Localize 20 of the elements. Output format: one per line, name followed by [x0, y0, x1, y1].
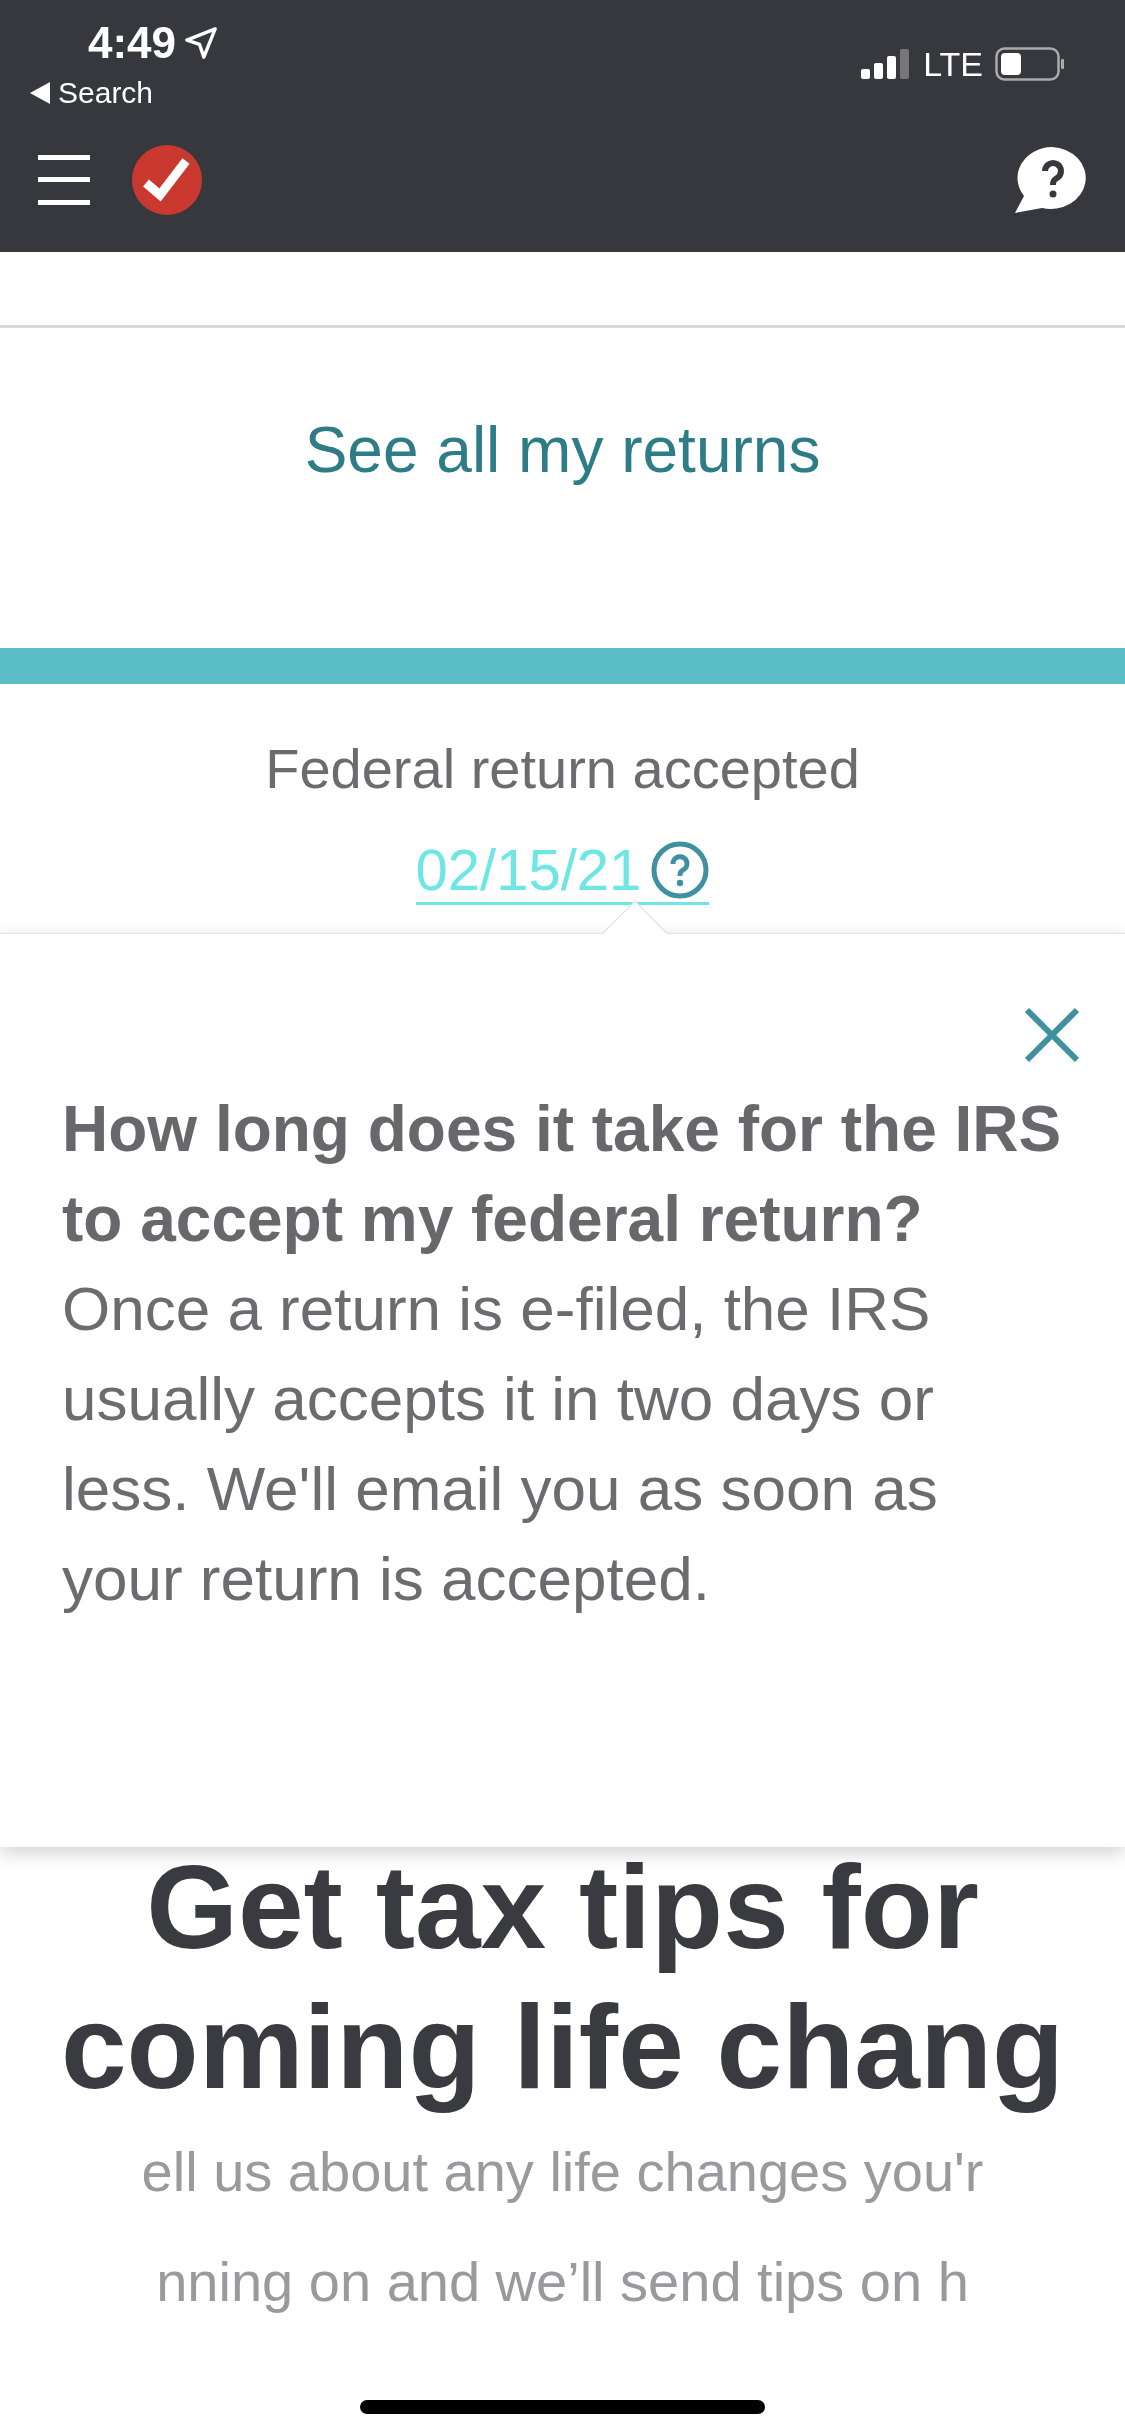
network-label: LTE — [923, 46, 983, 82]
help-circle-icon[interactable] — [651, 841, 710, 899]
signal-icon — [861, 49, 912, 79]
tooltip-body: Once a return is e-filed, the IRS usually accepts it in two days or less. We'll email you as soon as your return is accepted. — [62, 1273, 939, 1615]
menu-icon[interactable] — [38, 155, 90, 205]
back-triangle-icon[interactable] — [30, 82, 50, 104]
promo-heading: Get tax tips for — [146, 1840, 979, 1975]
see-all-returns-link[interactable]: See all my returns — [304, 412, 821, 488]
location-arrow-icon — [184, 26, 219, 60]
promo-heading: coming life chang — [60, 1980, 1065, 2115]
checkmark-logo-icon[interactable] — [132, 145, 202, 215]
tooltip-title: How long does it take for the IRS to accept my federal return? — [62, 1092, 1063, 1257]
promo-text: nning on and we’ll send tips on h — [156, 2249, 969, 2315]
back-link[interactable]: Search — [58, 76, 154, 110]
battery-icon — [995, 47, 1065, 81]
help-chat-icon[interactable] — [1015, 147, 1087, 213]
close-icon[interactable] — [1023, 1006, 1081, 1064]
promo-text: ell us about any life changes you'r — [141, 2139, 984, 2205]
clock-time: 4:49 — [88, 18, 177, 68]
status-text: Federal return accepted — [265, 736, 860, 802]
